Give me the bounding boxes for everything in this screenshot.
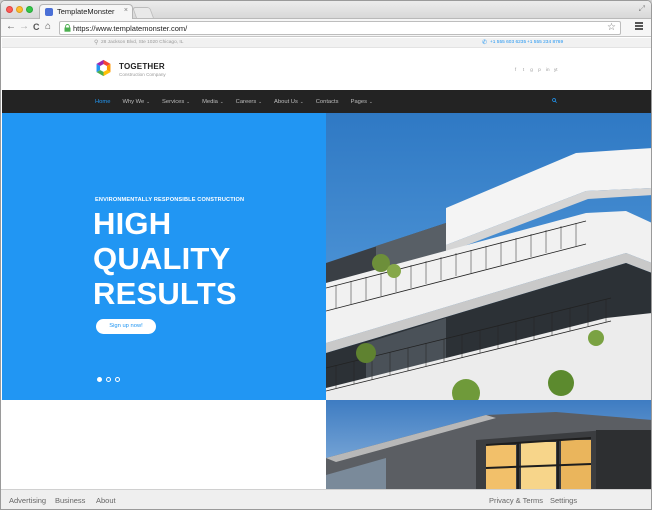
logo-name[interactable]: TOGETHER	[119, 62, 165, 71]
hamburger-menu-icon[interactable]	[635, 22, 643, 30]
slider-dot[interactable]	[115, 377, 120, 382]
hero-eyebrow: ENVIRONMENTALLY RESPONSIBLE CONSTRUCTION	[95, 197, 245, 203]
nav-item-pages[interactable]: Pages ⌄	[351, 99, 373, 105]
site-header: TOGETHER Construction Company f t g p in…	[2, 49, 651, 90]
chevron-down-icon: ⌄	[146, 98, 151, 104]
contact-topbar: ⚲ 28 Jackson Blvd, Ste 1020 Chicago, IL …	[2, 38, 651, 48]
content-area	[2, 400, 327, 489]
hero-title: HIGH QUALITY RESULTS	[93, 206, 237, 311]
settings-link[interactable]: Settings	[550, 496, 577, 505]
phone-link-2[interactable]: +1 555 234 8769	[527, 40, 563, 45]
search-icon[interactable]	[552, 98, 557, 103]
slider-dots	[97, 377, 120, 382]
new-tab-button[interactable]	[131, 7, 155, 18]
address-bar[interactable]: https://www.templatemonster.com/ ☆	[59, 21, 621, 35]
privacy-terms-link[interactable]: Privacy & Terms	[489, 496, 543, 505]
bottom-bar: Advertising Business About Privacy & Ter…	[1, 489, 651, 509]
youtube-icon[interactable]: yt	[554, 67, 558, 72]
sign-up-button[interactable]: Sign up now!	[96, 319, 156, 334]
slider-dot[interactable]	[97, 377, 102, 382]
twitter-icon[interactable]: t	[522, 67, 525, 72]
advertising-link[interactable]: Advertising	[9, 496, 46, 505]
building-photo-2	[326, 400, 651, 489]
nav-item-contacts[interactable]: Contacts	[316, 99, 339, 105]
browser-tab[interactable]: TemplateMonster ×	[39, 4, 133, 19]
slider-dot[interactable]	[106, 377, 111, 382]
maximize-window-button[interactable]	[26, 6, 33, 13]
back-icon[interactable]: ←	[6, 21, 16, 33]
hexagon-logo-icon[interactable]	[95, 59, 112, 77]
nav-item-about-us[interactable]: About Us ⌄	[274, 99, 304, 105]
business-link[interactable]: Business	[55, 496, 85, 505]
tab-title: TemplateMonster	[57, 7, 115, 16]
home-icon[interactable]: ⌂	[45, 21, 51, 33]
hero-slider: ENVIRONMENTALLY RESPONSIBLE CONSTRUCTION…	[2, 113, 327, 400]
main-navigation: Home Why We ⌄ Services ⌄ Media ⌄ Careers ⌄ A…	[2, 90, 651, 113]
about-link[interactable]: About	[96, 496, 116, 505]
nav-item-media[interactable]: Media ⌄	[202, 99, 224, 105]
building-photo	[326, 113, 651, 400]
nav-item-careers[interactable]: Careers ⌄	[236, 99, 262, 105]
phone-link-1[interactable]: +1 555 603 6235	[490, 40, 526, 45]
forward-icon[interactable]: →	[19, 21, 29, 33]
nav-item-services[interactable]: Services ⌄	[162, 99, 190, 105]
lock-icon	[64, 24, 71, 32]
social-links: f t g p in yt	[514, 67, 558, 72]
close-window-button[interactable]	[6, 6, 13, 13]
minimize-window-button[interactable]	[16, 6, 23, 13]
map-pin-icon: ⚲	[94, 40, 99, 46]
favicon-icon	[45, 8, 53, 16]
tab-close-icon[interactable]: ×	[124, 7, 128, 14]
chevron-down-icon: ⌄	[258, 98, 263, 104]
url-text: https://www.templatemonster.com/	[73, 23, 188, 33]
web-page: ⚲ 28 Jackson Blvd, Ste 1020 Chicago, IL …	[2, 38, 651, 489]
nav-item-why-we[interactable]: Why We ⌄	[122, 99, 150, 105]
google-plus-icon[interactable]: g	[530, 67, 533, 72]
facebook-icon[interactable]: f	[514, 67, 517, 72]
reload-icon[interactable]: C	[33, 21, 40, 33]
browser-window: TemplateMonster × ⤢ ← → C ⌂ https://www.…	[0, 0, 652, 510]
tab-bar: TemplateMonster × ⤢	[1, 1, 651, 19]
address-text: 28 Jackson Blvd, Ste 1020 Chicago, IL	[101, 40, 184, 45]
chevron-down-icon: ⌄	[369, 98, 373, 104]
phone-icon: ✆	[482, 40, 488, 46]
chevron-down-icon: ⌄	[299, 98, 304, 104]
fullscreen-icon[interactable]: ⤢	[639, 4, 645, 14]
chevron-down-icon: ⌄	[219, 98, 224, 104]
nav-item-home[interactable]: Home	[95, 99, 110, 105]
logo-tagline: Construction Company	[119, 72, 166, 77]
linkedin-icon[interactable]: in	[546, 67, 550, 72]
chevron-down-icon: ⌄	[186, 98, 191, 104]
bookmark-star-icon[interactable]: ☆	[607, 22, 616, 33]
browser-toolbar: ← → C ⌂ https://www.templatemonster.com/…	[1, 19, 651, 37]
pinterest-icon[interactable]: p	[538, 67, 541, 72]
